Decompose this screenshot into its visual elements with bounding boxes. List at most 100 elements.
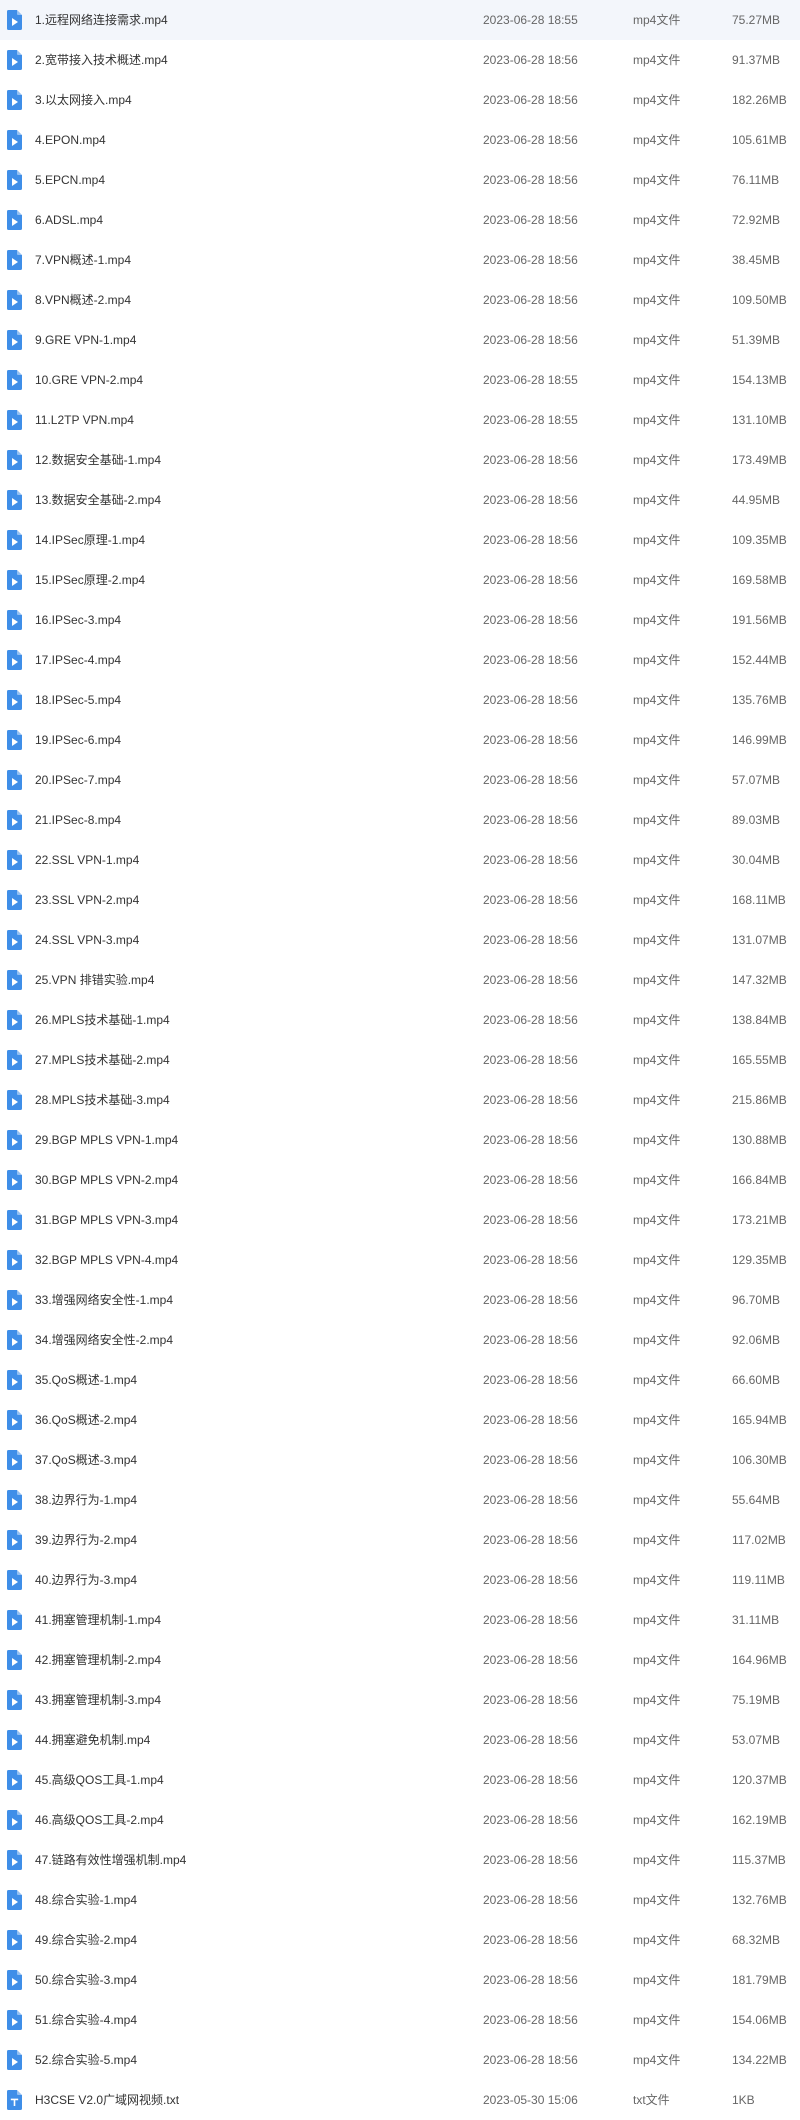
file-row[interactable]: 24.SSL VPN-3.mp4 2023-06-28 18:56 mp4文件 131… (0, 920, 800, 960)
file-row[interactable]: 37.QoS概述-3.mp4 2023-06-28 18:56 mp4文件 106.3… (0, 1440, 800, 1480)
file-row[interactable]: 4.EPON.mp4 2023-06-28 18:56 mp4文件 105.61MB (0, 120, 800, 160)
file-row[interactable]: 47.链路有效性增强机制.mp4 2023-06-28 18:56 mp4文件 115… (0, 1840, 800, 1880)
file-row[interactable]: 26.MPLS技术基础-1.mp4 2023-06-28 18:56 mp4文件 13… (0, 1000, 800, 1040)
file-row[interactable]: 9.GRE VPN-1.mp4 2023-06-28 18:56 mp4文件 51.3… (0, 320, 800, 360)
file-row[interactable]: 7.VPN概述-1.mp4 2023-06-28 18:56 mp4文件 38.45M… (0, 240, 800, 280)
file-row[interactable]: 23.SSL VPN-2.mp4 2023-06-28 18:56 mp4文件 168… (0, 880, 800, 920)
file-row[interactable]: 12.数据安全基础-1.mp4 2023-06-28 18:56 mp4文件 173.… (0, 440, 800, 480)
file-name: 28.MPLS技术基础-3.mp4 (35, 1093, 170, 1107)
file-row[interactable]: 50.综合实验-3.mp4 2023-06-28 18:56 mp4文件 181.79… (0, 1960, 800, 2000)
file-row[interactable]: 6.ADSL.mp4 2023-06-28 18:56 mp4文件 72.92MB (0, 200, 800, 240)
file-row[interactable]: 19.IPSec-6.mp4 2023-06-28 18:56 mp4文件 146.9… (0, 720, 800, 760)
file-date: 2023-06-28 18:56 (483, 653, 578, 667)
file-date: 2023-06-28 18:56 (483, 2053, 578, 2067)
file-row[interactable]: 20.IPSec-7.mp4 2023-06-28 18:56 mp4文件 57.07… (0, 760, 800, 800)
file-row[interactable]: 18.IPSec-5.mp4 2023-06-28 18:56 mp4文件 135.7… (0, 680, 800, 720)
file-type: mp4文件 (633, 653, 681, 667)
file-size: 165.55MB (732, 1053, 787, 1067)
file-row[interactable]: 43.拥塞管理机制-3.mp4 2023-06-28 18:56 mp4文件 75.1… (0, 1680, 800, 1720)
file-row[interactable]: 42.拥塞管理机制-2.mp4 2023-06-28 18:56 mp4文件 164.… (0, 1640, 800, 1680)
file-date: 2023-06-28 18:56 (483, 1253, 578, 1267)
file-type: mp4文件 (633, 1653, 681, 1667)
file-row[interactable]: 22.SSL VPN-1.mp4 2023-06-28 18:56 mp4文件 30.… (0, 840, 800, 880)
file-row[interactable]: 10.GRE VPN-2.mp4 2023-06-28 18:55 mp4文件 154… (0, 360, 800, 400)
file-size: 162.19MB (732, 1813, 787, 1827)
file-row[interactable]: 34.增强网络安全性-2.mp4 2023-06-28 18:56 mp4文件 92.… (0, 1320, 800, 1360)
file-date: 2023-06-28 18:56 (483, 1613, 578, 1627)
video-file-icon (7, 330, 22, 350)
file-row[interactable]: 35.QoS概述-1.mp4 2023-06-28 18:56 mp4文件 66.60… (0, 1360, 800, 1400)
file-type: mp4文件 (633, 133, 681, 147)
video-file-icon (7, 1530, 22, 1550)
file-row[interactable]: 46.高级QOS工具-2.mp4 2023-06-28 18:56 mp4文件 162… (0, 1800, 800, 1840)
file-row[interactable]: 39.边界行为-2.mp4 2023-06-28 18:56 mp4文件 117.02… (0, 1520, 800, 1560)
file-row[interactable]: 31.BGP MPLS VPN-3.mp4 2023-06-28 18:56 mp4… (0, 1200, 800, 1240)
file-type: mp4文件 (633, 813, 681, 827)
file-row[interactable]: 40.边界行为-3.mp4 2023-06-28 18:56 mp4文件 119.11… (0, 1560, 800, 1600)
file-row[interactable]: 15.IPSec原理-2.mp4 2023-06-28 18:56 mp4文件 169… (0, 560, 800, 600)
text-file-icon (7, 2090, 22, 2110)
file-date: 2023-06-28 18:56 (483, 573, 578, 587)
file-date: 2023-06-28 18:56 (483, 533, 578, 547)
file-row[interactable]: 11.L2TP VPN.mp4 2023-06-28 18:55 mp4文件 131.… (0, 400, 800, 440)
file-row[interactable]: 44.拥塞避免机制.mp4 2023-06-28 18:56 mp4文件 53.07M… (0, 1720, 800, 1760)
file-row[interactable]: 28.MPLS技术基础-3.mp4 2023-06-28 18:56 mp4文件 21… (0, 1080, 800, 1120)
video-file-icon (7, 730, 22, 750)
file-row[interactable]: 51.综合实验-4.mp4 2023-06-28 18:56 mp4文件 154.06… (0, 2000, 800, 2040)
file-size: 76.11MB (732, 173, 780, 187)
file-size: 169.58MB (732, 573, 787, 587)
file-size: 75.19MB (732, 1693, 781, 1707)
file-row[interactable]: 38.边界行为-1.mp4 2023-06-28 18:56 mp4文件 55.64M… (0, 1480, 800, 1520)
file-date: 2023-06-28 18:56 (483, 1733, 578, 1747)
file-row[interactable]: 5.EPCN.mp4 2023-06-28 18:56 mp4文件 76.11MB (0, 160, 800, 200)
file-row[interactable]: 17.IPSec-4.mp4 2023-06-28 18:56 mp4文件 152.4… (0, 640, 800, 680)
file-row[interactable]: 3.以太网接入.mp4 2023-06-28 18:56 mp4文件 182.26MB (0, 80, 800, 120)
video-file-icon (7, 930, 22, 950)
file-name: 33.增强网络安全性-1.mp4 (35, 1293, 174, 1307)
file-name: 18.IPSec-5.mp4 (35, 693, 122, 707)
file-row[interactable]: H3CSE V2.0广域网视频.txt 2023-05-30 15:06 txt文件… (0, 2080, 800, 2120)
file-size: 38.45MB (732, 253, 781, 267)
file-row[interactable]: 27.MPLS技术基础-2.mp4 2023-06-28 18:56 mp4文件 16… (0, 1040, 800, 1080)
file-size: 115.37MB (732, 1853, 786, 1867)
file-row[interactable]: 48.综合实验-1.mp4 2023-06-28 18:56 mp4文件 132.76… (0, 1880, 800, 1920)
video-file-icon (7, 1090, 22, 1110)
video-file-icon (7, 1490, 22, 1510)
file-row[interactable]: 33.增强网络安全性-1.mp4 2023-06-28 18:56 mp4文件 96.… (0, 1280, 800, 1320)
file-row[interactable]: 29.BGP MPLS VPN-1.mp4 2023-06-28 18:56 mp4… (0, 1120, 800, 1160)
file-row[interactable]: 49.综合实验-2.mp4 2023-06-28 18:56 mp4文件 68.32M… (0, 1920, 800, 1960)
file-row[interactable]: 41.拥塞管理机制-1.mp4 2023-06-28 18:56 mp4文件 31.1… (0, 1600, 800, 1640)
file-name: 9.GRE VPN-1.mp4 (35, 333, 137, 347)
file-name: 39.边界行为-2.mp4 (35, 1533, 138, 1547)
file-row[interactable]: 36.QoS概述-2.mp4 2023-06-28 18:56 mp4文件 165.9… (0, 1400, 800, 1440)
file-row[interactable]: 52.综合实验-5.mp4 2023-06-28 18:56 mp4文件 134.22… (0, 2040, 800, 2080)
file-row[interactable]: 30.BGP MPLS VPN-2.mp4 2023-06-28 18:56 mp4… (0, 1160, 800, 1200)
file-name: 17.IPSec-4.mp4 (35, 653, 122, 667)
file-row[interactable]: 1.远程网络连接需求.mp4 2023-06-28 18:55 mp4文件 75.27… (0, 0, 800, 40)
file-type: mp4文件 (633, 533, 681, 547)
file-row[interactable]: 8.VPN概述-2.mp4 2023-06-28 18:56 mp4文件 109.50… (0, 280, 800, 320)
file-size: 138.84MB (732, 1013, 787, 1027)
file-name: 24.SSL VPN-3.mp4 (35, 933, 140, 947)
file-date: 2023-06-28 18:56 (483, 1013, 578, 1027)
file-row[interactable]: 45.高级QOS工具-1.mp4 2023-06-28 18:56 mp4文件 120… (0, 1760, 800, 1800)
file-name: 43.拥塞管理机制-3.mp4 (35, 1693, 162, 1707)
file-row[interactable]: 21.IPSec-8.mp4 2023-06-28 18:56 mp4文件 89.03… (0, 800, 800, 840)
file-type: mp4文件 (633, 173, 681, 187)
video-file-icon (7, 1250, 22, 1270)
file-row[interactable]: 25.VPN 排错实验.mp4 2023-06-28 18:56 mp4文件 147.… (0, 960, 800, 1000)
file-date: 2023-06-28 18:56 (483, 1573, 578, 1587)
file-row[interactable]: 16.IPSec-3.mp4 2023-06-28 18:56 mp4文件 191.5… (0, 600, 800, 640)
file-type: mp4文件 (633, 1053, 681, 1067)
file-date: 2023-06-28 18:56 (483, 1693, 578, 1707)
file-row[interactable]: 32.BGP MPLS VPN-4.mp4 2023-06-28 18:56 mp4… (0, 1240, 800, 1280)
file-row[interactable]: 13.数据安全基础-2.mp4 2023-06-28 18:56 mp4文件 44.9… (0, 480, 800, 520)
video-file-icon (7, 2050, 22, 2070)
file-name: 47.链路有效性增强机制.mp4 (35, 1853, 187, 1867)
video-file-icon (7, 1210, 22, 1230)
file-row[interactable]: 2.宽带接入技术概述.mp4 2023-06-28 18:56 mp4文件 91.37… (0, 40, 800, 80)
file-type: txt文件 (633, 2093, 670, 2107)
file-date: 2023-06-28 18:56 (483, 1093, 578, 1107)
file-size: 154.13MB (732, 373, 787, 387)
file-row[interactable]: 14.IPSec原理-1.mp4 2023-06-28 18:56 mp4文件 109… (0, 520, 800, 560)
